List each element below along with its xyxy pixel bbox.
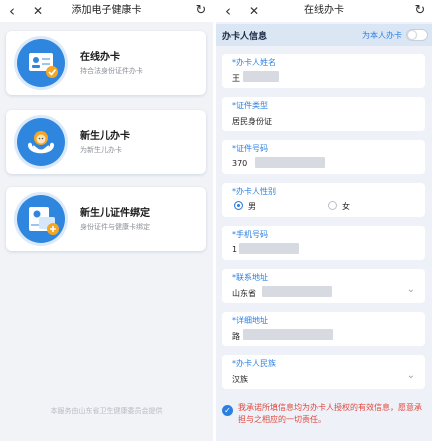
field-label: *手机号码 bbox=[232, 230, 268, 239]
gender-female-radio[interactable] bbox=[328, 201, 337, 210]
card-subtitle: 身份证件与健康卡绑定 bbox=[80, 223, 150, 231]
agreement-checkbox[interactable]: ✓ bbox=[222, 405, 233, 416]
online-apply-screen: ‹ ✕ 在线办卡 ↻ 办卡人信息 为本人办卡 *办卡人姓名 王 *证件类型 居民… bbox=[216, 0, 432, 441]
field-value: 山东省 bbox=[232, 289, 256, 298]
gender-field: *办卡人性别 男 女 bbox=[222, 183, 425, 217]
gender-female-label[interactable]: 女 bbox=[342, 201, 350, 212]
gender-male-radio[interactable] bbox=[234, 201, 243, 210]
detail-address-field[interactable]: *详细地址 路 bbox=[222, 312, 425, 346]
field-value: 王 bbox=[232, 74, 240, 83]
phone-field[interactable]: *手机号码 1 bbox=[222, 226, 425, 260]
card-title: 在线办卡 bbox=[80, 52, 120, 63]
refresh-icon[interactable]: ↻ bbox=[193, 0, 209, 22]
redacted-mask bbox=[243, 71, 279, 82]
field-label: *办卡人姓名 bbox=[232, 58, 276, 67]
field-label: *证件号码 bbox=[232, 144, 268, 153]
field-label: *联系地址 bbox=[232, 273, 268, 282]
section-header: 办卡人信息 为本人办卡 bbox=[216, 24, 432, 46]
redacted-mask bbox=[262, 286, 332, 297]
redacted-mask bbox=[255, 157, 325, 168]
add-health-card-screen: ‹ ✕ 添加电子健康卡 ↻ 在线办卡 持合法身份证件办卡 新生儿办卡 为新生儿办… bbox=[0, 0, 213, 441]
self-apply-label: 为本人办卡 bbox=[362, 31, 402, 40]
id-type-field[interactable]: *证件类型 居民身份证 bbox=[222, 97, 425, 131]
field-value: 汉族 bbox=[232, 375, 248, 384]
field-label: *办卡人性别 bbox=[232, 187, 276, 196]
newborn-bind-card[interactable]: 新生儿证件绑定 身份证件与健康卡绑定 bbox=[6, 187, 206, 251]
page-title: 在线办卡 bbox=[304, 5, 344, 16]
online-apply-card[interactable]: 在线办卡 持合法身份证件办卡 bbox=[6, 31, 206, 95]
chevron-down-icon[interactable]: ⌄ bbox=[407, 284, 415, 295]
redacted-mask bbox=[243, 329, 333, 340]
id-number-field[interactable]: *证件号码 370 bbox=[222, 140, 425, 174]
gender-male-label[interactable]: 男 bbox=[248, 201, 256, 212]
address-field[interactable]: *联系地址 山东省 ⌄ bbox=[222, 269, 425, 303]
bind-card-icon bbox=[17, 195, 65, 243]
section-title: 办卡人信息 bbox=[222, 32, 268, 42]
field-value: 路 bbox=[232, 332, 240, 341]
chevron-down-icon[interactable]: ⌄ bbox=[407, 370, 415, 381]
card-title: 新生儿证件绑定 bbox=[80, 208, 150, 219]
field-value: 1 bbox=[232, 245, 238, 254]
newborn-icon bbox=[17, 118, 65, 166]
self-apply-toggle[interactable] bbox=[406, 29, 428, 41]
id-card-icon bbox=[17, 39, 65, 87]
toggle-knob bbox=[408, 31, 416, 39]
nav-bar: ‹ ✕ 在线办卡 ↻ bbox=[216, 0, 432, 22]
name-field[interactable]: *办卡人姓名 王 bbox=[222, 54, 425, 88]
card-subtitle: 持合法身份证件办卡 bbox=[80, 67, 143, 75]
service-provider-note: 本服务由山东省卫生健康委员会提供 bbox=[50, 407, 163, 415]
newborn-apply-card[interactable]: 新生儿办卡 为新生儿办卡 bbox=[6, 110, 206, 174]
page-title: 添加电子健康卡 bbox=[71, 5, 142, 16]
field-label: *详细地址 bbox=[232, 316, 268, 325]
redacted-mask bbox=[239, 243, 299, 254]
field-value: 居民身份证 bbox=[232, 117, 272, 126]
field-label: *证件类型 bbox=[232, 101, 268, 110]
card-subtitle: 为新生儿办卡 bbox=[80, 146, 122, 154]
field-label: *办卡人民族 bbox=[232, 359, 276, 368]
field-value: 370 bbox=[232, 159, 248, 168]
card-title: 新生儿办卡 bbox=[80, 131, 130, 142]
nav-bar: ‹ ✕ 添加电子健康卡 ↻ bbox=[0, 0, 213, 22]
ethnicity-field[interactable]: *办卡人民族 汉族 ⌄ bbox=[222, 355, 425, 389]
refresh-icon[interactable]: ↻ bbox=[412, 0, 428, 22]
agreement-text: 我承诺所填信息均为办卡人授权的有效信息，愿意承担与之相应的一切责任。 bbox=[238, 403, 422, 424]
